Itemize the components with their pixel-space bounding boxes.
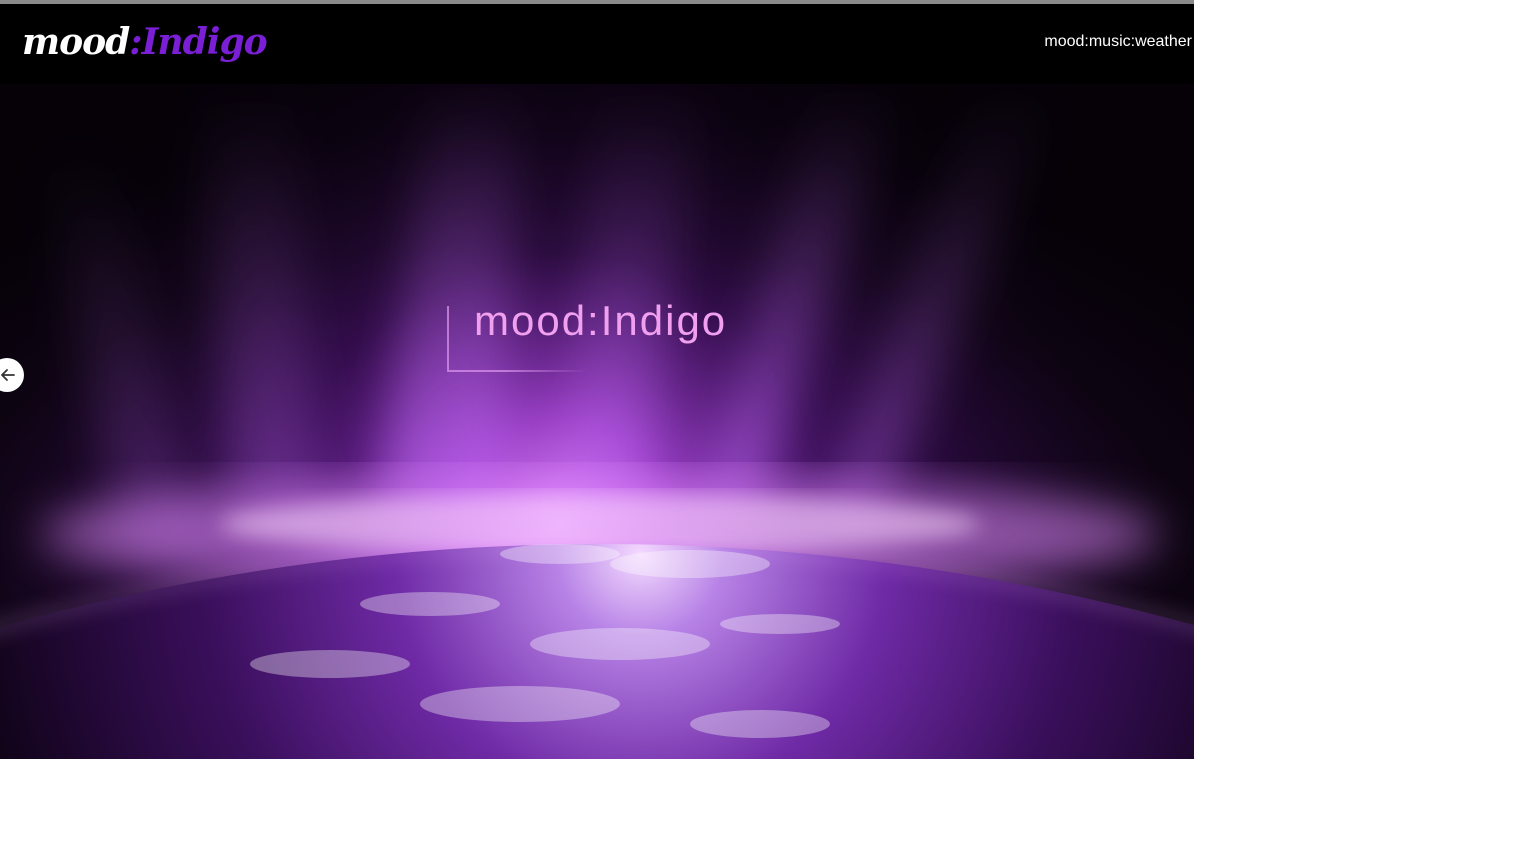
nav-link-mood-music-weather[interactable]: mood:music:weather <box>1044 32 1192 52</box>
hero-headline: mood:Indigo <box>474 297 728 344</box>
logo[interactable]: mood:Indigo <box>22 18 268 66</box>
page-frame: mood:Indigo mood:music:weather mood:Indi… <box>0 0 1194 759</box>
logo-word-indigo: Indigo <box>141 21 268 63</box>
hero-earth-image <box>0 84 1194 759</box>
headline-block: mood:Indigo <box>447 297 767 372</box>
hero-banner: mood:Indigo <box>0 84 1194 759</box>
logo-word-mood: mood <box>22 21 130 63</box>
navbar: mood:Indigo mood:music:weather <box>0 4 1194 84</box>
arrow-left-icon <box>1 369 15 381</box>
logo-colon: : <box>129 21 142 63</box>
